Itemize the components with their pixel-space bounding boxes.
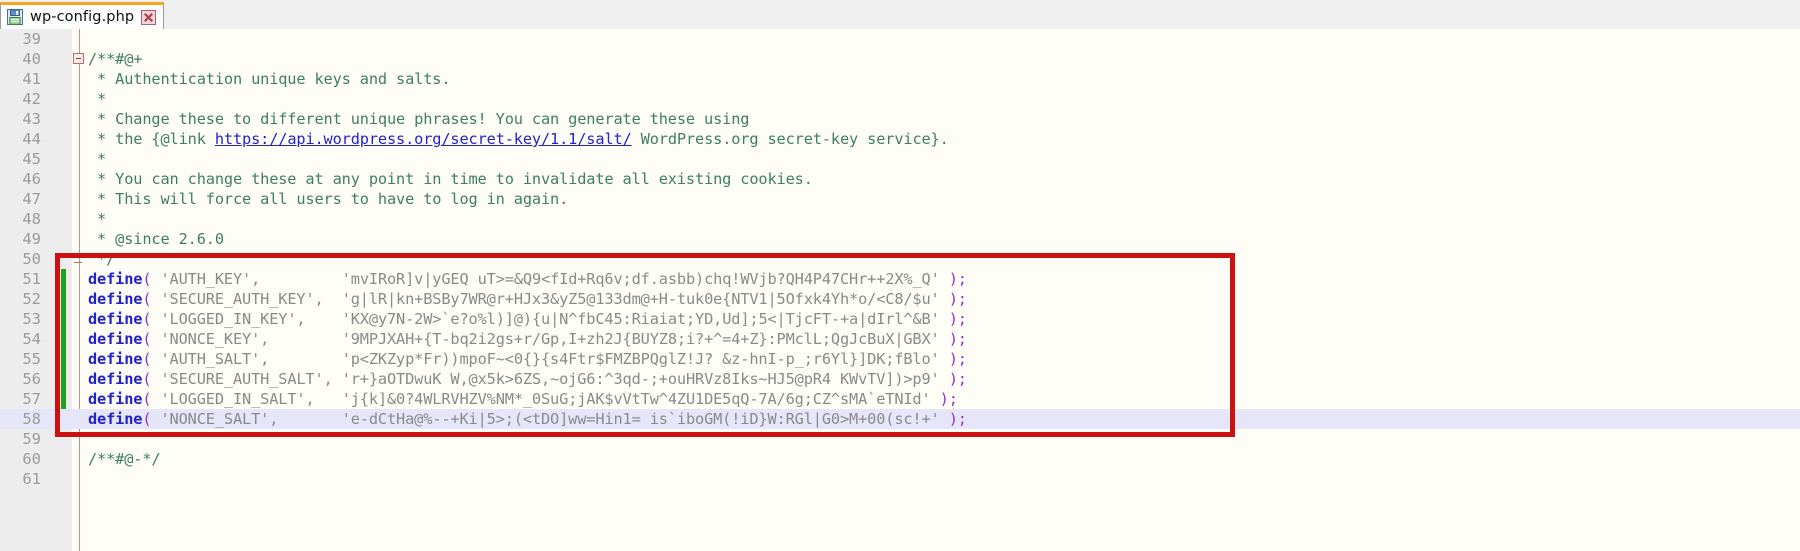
code-line[interactable]: 47 * This will force all users to have t… — [0, 189, 1800, 209]
code-line[interactable]: 53 define( 'LOGGED_IN_KEY', 'KX@y7N-2W>`e… — [0, 309, 1800, 329]
line-number: 61 — [22, 470, 41, 488]
code-line[interactable]: 46 * You can change these at any point i… — [0, 169, 1800, 189]
code-line[interactable]: 54 define( 'NONCE_KEY', '9MPJXAH+{T-bq2i2… — [0, 329, 1800, 349]
line-number: 41 — [22, 70, 41, 88]
line-number: 47 — [22, 190, 41, 208]
line-number: 59 — [22, 430, 41, 448]
code-line[interactable]: 42 * — [0, 89, 1800, 109]
code-line[interactable]: 59 — [0, 429, 1800, 449]
code-line[interactable]: 45 * — [0, 149, 1800, 169]
line-number: 60 — [22, 450, 41, 468]
line-number: 50 — [22, 250, 41, 268]
code-text: * — [88, 90, 107, 108]
code-text: * Authentication unique keys and salts. — [88, 70, 451, 88]
code-line[interactable]: 41 * Authentication unique keys and salt… — [0, 69, 1800, 89]
code-line[interactable]: 39 — [0, 29, 1800, 49]
line-number: 48 — [22, 210, 41, 228]
line-number: 52 — [22, 290, 41, 308]
code-line[interactable]: 56 define( 'SECURE_AUTH_SALT', 'r+}aOTDwu… — [0, 369, 1800, 389]
code-text: /**#@-*/ — [88, 450, 161, 468]
code-text: */ — [88, 250, 116, 268]
code-text: define( 'SECURE_AUTH_SALT', 'r+}aOTDwuK … — [88, 370, 967, 388]
code-fold-toggle[interactable] — [73, 53, 84, 64]
code-text: * — [88, 210, 107, 228]
code-text: * This will force all users to have to l… — [88, 190, 569, 208]
floppy-save-icon — [7, 9, 23, 25]
code-text: * — [88, 150, 107, 168]
code-line[interactable]: 58 define( 'NONCE_SALT', 'e-dCtHa@%--+Ki|… — [0, 409, 1800, 429]
code-editor[interactable]: 39 40/**#@+ 41 * Authentication unique key… — [0, 29, 1800, 551]
line-number: 58 — [0, 409, 41, 429]
line-number: 55 — [22, 350, 41, 368]
tab-title: wp-config.php — [30, 9, 135, 25]
line-number: 53 — [22, 310, 41, 328]
code-text: define( 'AUTH_KEY', 'mvIRoR]v|yGEQ uT>=&… — [88, 270, 967, 288]
code-text: define( 'NONCE_SALT', 'e-dCtHa@%--+Ki|5>… — [88, 410, 967, 428]
code-text: * @since 2.6.0 — [88, 230, 224, 248]
code-text: * Change these to different unique phras… — [88, 110, 750, 128]
line-number: 44 — [22, 130, 41, 148]
code-line[interactable]: 40 /**#@+ — [0, 49, 1800, 69]
code-text: define( 'LOGGED_IN_KEY', 'KX@y7N-2W>`e?o… — [88, 310, 967, 328]
code-text: /**#@+ — [88, 50, 143, 68]
line-number: 57 — [22, 390, 41, 408]
code-line[interactable]: 51 define( 'AUTH_KEY', 'mvIRoR]v|yGEQ uT>… — [0, 269, 1800, 289]
code-text: * the {@link https://api.wordpress.org/s… — [88, 130, 949, 148]
code-line[interactable]: 55 define( 'AUTH_SALT', 'p<ZKZyp*Fr))mpoF… — [0, 349, 1800, 369]
code-text: * You can change these at any point in t… — [88, 170, 813, 188]
code-text: define( 'AUTH_SALT', 'p<ZKZyp*Fr))mpoF~<… — [88, 350, 967, 368]
code-line[interactable]: 44 * the {@link https://api.wordpress.or… — [0, 129, 1800, 149]
line-number: 42 — [22, 90, 41, 108]
line-number: 39 — [22, 30, 41, 48]
line-number: 54 — [22, 330, 41, 348]
code-text: define( 'LOGGED_IN_SALT', 'j{k]&0?4WLRVH… — [88, 390, 958, 408]
code-text: define( 'NONCE_KEY', '9MPJXAH+{T-bq2i2gs… — [88, 330, 967, 348]
code-line[interactable]: 60 /**#@-*/ — [0, 449, 1800, 469]
code-line[interactable]: 43 * Change these to different unique ph… — [0, 109, 1800, 129]
code-line[interactable]: 48 * — [0, 209, 1800, 229]
code-line[interactable]: 52 define( 'SECURE_AUTH_KEY', 'g|lR|kn+BS… — [0, 289, 1800, 309]
line-number: 43 — [22, 110, 41, 128]
code-text: define( 'SECURE_AUTH_KEY', 'g|lR|kn+BSBy… — [88, 290, 967, 308]
code-line[interactable]: 57 define( 'LOGGED_IN_SALT', 'j{k]&0?4WLR… — [0, 389, 1800, 409]
line-number: 40 — [22, 50, 41, 68]
editor-tab-wp-config[interactable]: wp-config.php — [0, 2, 165, 29]
code-line[interactable]: 61 — [0, 469, 1800, 489]
close-x-icon[interactable] — [141, 9, 157, 25]
line-number: 56 — [22, 370, 41, 388]
line-number: 45 — [22, 150, 41, 168]
line-number: 51 — [22, 270, 41, 288]
code-line[interactable]: 49 * @since 2.6.0 — [0, 229, 1800, 249]
code-fold-end-marker — [74, 262, 82, 263]
tab-bar: wp-config.php — [0, 0, 1800, 30]
line-number: 49 — [22, 230, 41, 248]
code-line[interactable]: 50 */ — [0, 249, 1800, 269]
line-number: 46 — [22, 170, 41, 188]
